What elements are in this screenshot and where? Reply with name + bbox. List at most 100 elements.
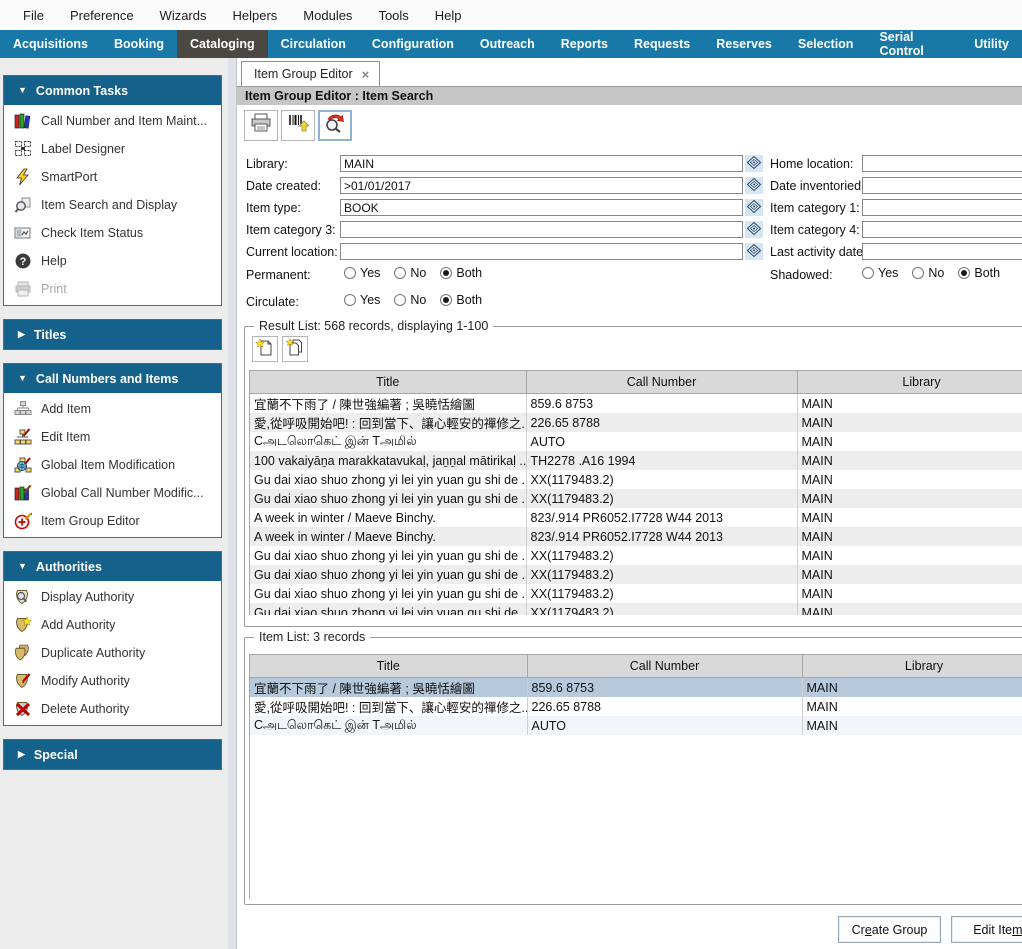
gadget-item-category-3-[interactable] xyxy=(745,221,763,238)
column-header-title[interactable]: Title xyxy=(250,655,527,678)
table-row[interactable]: Gu dai xiao shuo zhong yi lei yin yuan g… xyxy=(250,603,1022,615)
item-search-button[interactable] xyxy=(318,110,352,141)
sidebar-item-duplicate-authority[interactable]: Duplicate Authority xyxy=(4,639,221,667)
module-tab-booking[interactable]: Booking xyxy=(101,30,177,58)
column-header-library[interactable]: Library xyxy=(802,655,1022,678)
table-row[interactable]: 宜蘭不下雨了 / 陳世強編著 ; 吳曉恬繪圖859.6 8753MAIN xyxy=(250,678,1022,698)
module-tab-requests[interactable]: Requests xyxy=(621,30,703,58)
radio-circle[interactable] xyxy=(344,267,356,279)
table-row[interactable]: 宜蘭不下雨了 / 陳世強編著 ; 吳曉恬繪圖859.6 8753MAIN xyxy=(250,394,1022,414)
table-row[interactable]: 愛,從呼吸開始吧! : 回到當下、讓心輕安的禪修之...226.65 8788M… xyxy=(250,413,1022,432)
section-header[interactable]: ▼Authorities xyxy=(4,552,221,581)
menu-modules[interactable]: Modules xyxy=(290,4,365,27)
column-header-call-number[interactable]: Call Number xyxy=(526,371,797,394)
menu-help[interactable]: Help xyxy=(422,4,475,27)
gadget-library-[interactable] xyxy=(745,155,763,172)
sidebar-item-item-group-editor[interactable]: Item Group Editor xyxy=(4,507,221,535)
sidebar-item-help[interactable]: ?Help xyxy=(4,247,221,275)
field-input-date-created-[interactable] xyxy=(340,177,743,194)
sidebar-item-label-designer[interactable]: Label Designer xyxy=(4,135,221,163)
radio-both[interactable]: Both xyxy=(440,266,482,280)
menu-tools[interactable]: Tools xyxy=(365,4,421,27)
sidebar-item-edit-item[interactable]: Edit Item xyxy=(4,423,221,451)
sidebar-item-smartport[interactable]: SmartPort xyxy=(4,163,221,191)
radio-both[interactable]: Both xyxy=(958,266,1000,280)
workspace-tab-item-group-editor[interactable]: Item Group Editor × xyxy=(241,61,380,86)
radio-yes[interactable]: Yes xyxy=(344,293,380,307)
module-tab-outreach[interactable]: Outreach xyxy=(467,30,548,58)
radio-no[interactable]: No xyxy=(394,266,426,280)
table-row[interactable]: Gu dai xiao shuo zhong yi lei yin yuan g… xyxy=(250,470,1022,489)
sidebar-item-delete-authority[interactable]: Delete Authority xyxy=(4,695,221,723)
sidebar-item-global-item-modification[interactable]: Global Item Modification xyxy=(4,451,221,479)
sidebar-item-check-item-status[interactable]: Check Item Status xyxy=(4,219,221,247)
field-input-item-category-1-[interactable] xyxy=(862,199,1022,216)
menu-wizards[interactable]: Wizards xyxy=(147,4,220,27)
field-input-item-category-3-[interactable] xyxy=(340,221,743,238)
radio-yes[interactable]: Yes xyxy=(862,266,898,280)
section-header[interactable]: ▶Titles xyxy=(4,320,221,349)
radio-circle[interactable] xyxy=(440,267,452,279)
table-row[interactable]: Gu dai xiao shuo zhong yi lei yin yuan g… xyxy=(250,489,1022,508)
print-button[interactable] xyxy=(244,110,278,141)
module-tab-cataloging[interactable]: Cataloging xyxy=(177,30,268,58)
radio-circle[interactable] xyxy=(394,267,406,279)
field-input-home-location-[interactable] xyxy=(862,155,1022,172)
radio-circle[interactable] xyxy=(440,294,452,306)
field-input-library-[interactable] xyxy=(340,155,743,172)
column-header-title[interactable]: Title xyxy=(250,371,526,394)
section-header[interactable]: ▼Common Tasks xyxy=(4,76,221,105)
module-tab-selection[interactable]: Selection xyxy=(785,30,867,58)
table-row[interactable]: Gu dai xiao shuo zhong yi lei yin yuan g… xyxy=(250,584,1022,603)
sidebar-item-item-search-and-display[interactable]: Item Search and Display xyxy=(4,191,221,219)
field-input-item-type-[interactable] xyxy=(340,199,743,216)
barcode-upload-button[interactable] xyxy=(281,110,315,141)
sidebar-divider[interactable] xyxy=(228,58,237,949)
sidebar-item-modify-authority[interactable]: Modify Authority xyxy=(4,667,221,695)
column-header-call-number[interactable]: Call Number xyxy=(527,655,802,678)
gadget-date-created-[interactable] xyxy=(745,177,763,194)
field-input-item-category-4-[interactable] xyxy=(862,221,1022,238)
table-row[interactable]: Cஅடலொகெட் இன் Tஅமில்AUTOMAIN xyxy=(250,432,1022,451)
add-all-to-group-button[interactable] xyxy=(282,336,308,362)
module-tab-utility[interactable]: Utility xyxy=(961,30,1022,58)
module-tab-reports[interactable]: Reports xyxy=(548,30,621,58)
field-input-current-location-[interactable] xyxy=(340,243,743,260)
radio-circle[interactable] xyxy=(912,267,924,279)
table-row[interactable]: 愛,從呼吸開始吧! : 回到當下、讓心輕安的禪修之...226.65 8788M… xyxy=(250,697,1022,716)
add-to-group-button[interactable] xyxy=(252,336,278,362)
field-input-date-inventoried-[interactable] xyxy=(862,177,1022,194)
radio-both[interactable]: Both xyxy=(440,293,482,307)
table-row[interactable]: A week in winter / Maeve Binchy.823/.914… xyxy=(250,508,1022,527)
field-input-last-activity-date-[interactable] xyxy=(862,243,1022,260)
module-tab-acquisitions[interactable]: Acquisitions xyxy=(0,30,101,58)
radio-circle[interactable] xyxy=(862,267,874,279)
table-row[interactable]: A week in winter / Maeve Binchy.823/.914… xyxy=(250,527,1022,546)
sidebar-item-add-authority[interactable]: Add Authority xyxy=(4,611,221,639)
radio-no[interactable]: No xyxy=(912,266,944,280)
sidebar-item-add-item[interactable]: Add Item xyxy=(4,395,221,423)
sidebar-item-call-number-and-item-maint[interactable]: Call Number and Item Maint... xyxy=(4,107,221,135)
sidebar-item-display-authority[interactable]: Display Authority xyxy=(4,583,221,611)
column-header-library[interactable]: Library xyxy=(797,371,1022,394)
section-header[interactable]: ▼Call Numbers and Items xyxy=(4,364,221,393)
radio-no[interactable]: No xyxy=(394,293,426,307)
table-row[interactable]: 100 vakaiyāṉa marakkatavukaḷ, jaṉṉal māt… xyxy=(250,451,1022,470)
table-row[interactable]: Gu dai xiao shuo zhong yi lei yin yuan g… xyxy=(250,565,1022,584)
radio-circle[interactable] xyxy=(394,294,406,306)
module-tab-serial-control[interactable]: Serial Control xyxy=(866,30,961,58)
module-tab-configuration[interactable]: Configuration xyxy=(359,30,467,58)
result-list-grid[interactable]: TitleCall NumberLibrary宜蘭不下雨了 / 陳世強編著 ; … xyxy=(249,370,1022,615)
radio-circle[interactable] xyxy=(344,294,356,306)
menu-helpers[interactable]: Helpers xyxy=(220,4,291,27)
section-header[interactable]: ▶Special xyxy=(4,740,221,769)
radio-yes[interactable]: Yes xyxy=(344,266,380,280)
gadget-current-location-[interactable] xyxy=(745,243,763,260)
sidebar-item-global-call-number-modific[interactable]: Global Call Number Modific... xyxy=(4,479,221,507)
edit-items-button[interactable]: Edit Items xyxy=(951,916,1022,943)
gadget-item-type-[interactable] xyxy=(745,199,763,216)
module-tab-reserves[interactable]: Reserves xyxy=(703,30,785,58)
radio-circle[interactable] xyxy=(958,267,970,279)
create-group-button[interactable]: Create Group xyxy=(838,916,941,943)
table-row[interactable]: Cஅடலொகெட் இன் Tஅமில்AUTOMAIN xyxy=(250,716,1022,735)
